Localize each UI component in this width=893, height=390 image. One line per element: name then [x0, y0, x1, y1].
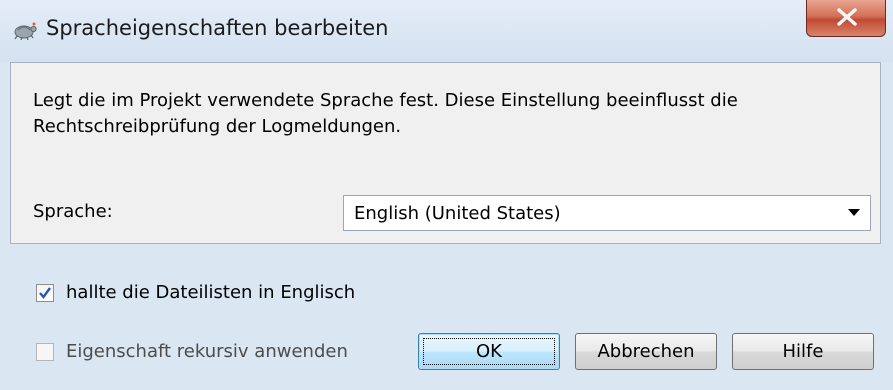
window-title: Spracheigenschaften bearbeiten: [46, 16, 389, 40]
english-filelists-label: hallte die Dateilisten in Englisch: [66, 282, 356, 303]
close-button[interactable]: [806, 0, 886, 37]
recursive-label: Eigenschaft rekursiv anwenden: [66, 341, 348, 362]
ok-button[interactable]: OK: [418, 333, 560, 370]
checkmark-icon: [39, 287, 51, 299]
language-dropdown[interactable]: English (United States): [343, 195, 871, 231]
language-panel: Legt die im Projekt verwendete Sprache f…: [10, 62, 881, 244]
close-icon: [837, 8, 857, 26]
english-filelists-checkbox[interactable]: [36, 284, 54, 302]
focus-ring: [423, 338, 555, 365]
tortoise-icon: [12, 20, 38, 41]
cancel-button[interactable]: Abbrechen: [575, 333, 717, 370]
help-button-label: Hilfe: [782, 341, 824, 362]
help-button[interactable]: Hilfe: [732, 333, 874, 370]
cancel-button-label: Abbrechen: [597, 341, 695, 362]
title-bar: Spracheigenschaften bearbeiten: [0, 0, 893, 62]
chevron-down-icon: [848, 209, 860, 216]
language-label: Sprache:: [33, 201, 113, 222]
language-selected-value: English (United States): [354, 203, 561, 224]
recursive-checkbox[interactable]: [36, 343, 54, 361]
description-text: Legt die im Projekt verwendete Sprache f…: [33, 90, 738, 137]
